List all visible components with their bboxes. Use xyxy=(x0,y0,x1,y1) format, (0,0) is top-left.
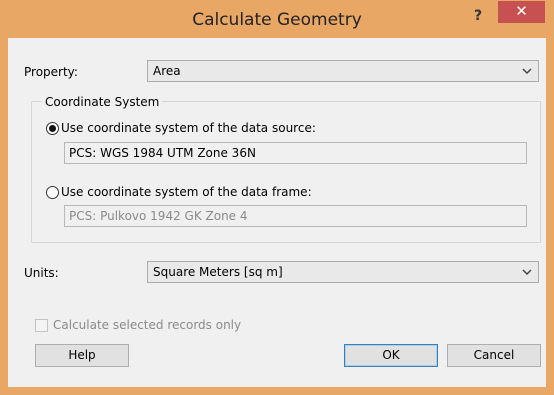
ok-button[interactable]: OK xyxy=(344,344,438,367)
units-dropdown[interactable]: Square Meters [sq m] xyxy=(147,261,539,283)
data-frame-cs-field: PCS: Pulkovo 1942 GK Zone 4 xyxy=(64,205,527,227)
close-icon[interactable]: ✕ xyxy=(498,1,545,23)
radio-data-source[interactable] xyxy=(46,122,59,135)
dialog-body: Property: Area Coordinate System Use coo… xyxy=(8,38,546,387)
dialog-window: Calculate Geometry ? ✕ Property: Area Co… xyxy=(0,0,554,395)
radio-data-source-label[interactable]: Use coordinate system of the data source… xyxy=(61,121,316,135)
chevron-down-icon xyxy=(522,269,532,276)
data-source-cs-field: PCS: WGS 1984 UTM Zone 36N xyxy=(64,142,527,164)
help-button[interactable]: Help xyxy=(35,344,129,367)
coordinate-system-legend: Coordinate System xyxy=(42,95,163,109)
chevron-down-icon xyxy=(522,68,532,75)
radio-data-frame-label[interactable]: Use coordinate system of the data frame: xyxy=(61,185,312,199)
property-value: Area xyxy=(153,64,181,78)
selected-records-checkbox[interactable] xyxy=(35,319,48,332)
title-bar[interactable]: Calculate Geometry ? ✕ xyxy=(0,0,554,38)
data-frame-cs-value: PCS: Pulkovo 1942 GK Zone 4 xyxy=(69,209,248,223)
selected-records-label: Calculate selected records only xyxy=(53,318,242,332)
radio-selected-dot xyxy=(49,125,56,132)
help-icon[interactable]: ? xyxy=(465,5,491,27)
data-source-cs-value: PCS: WGS 1984 UTM Zone 36N xyxy=(69,146,256,160)
units-value: Square Meters [sq m] xyxy=(153,265,283,279)
cancel-button[interactable]: Cancel xyxy=(447,344,541,367)
property-label: Property: xyxy=(24,65,78,79)
units-label: Units: xyxy=(24,266,59,280)
property-dropdown[interactable]: Area xyxy=(147,60,539,82)
radio-data-frame[interactable] xyxy=(46,186,59,199)
